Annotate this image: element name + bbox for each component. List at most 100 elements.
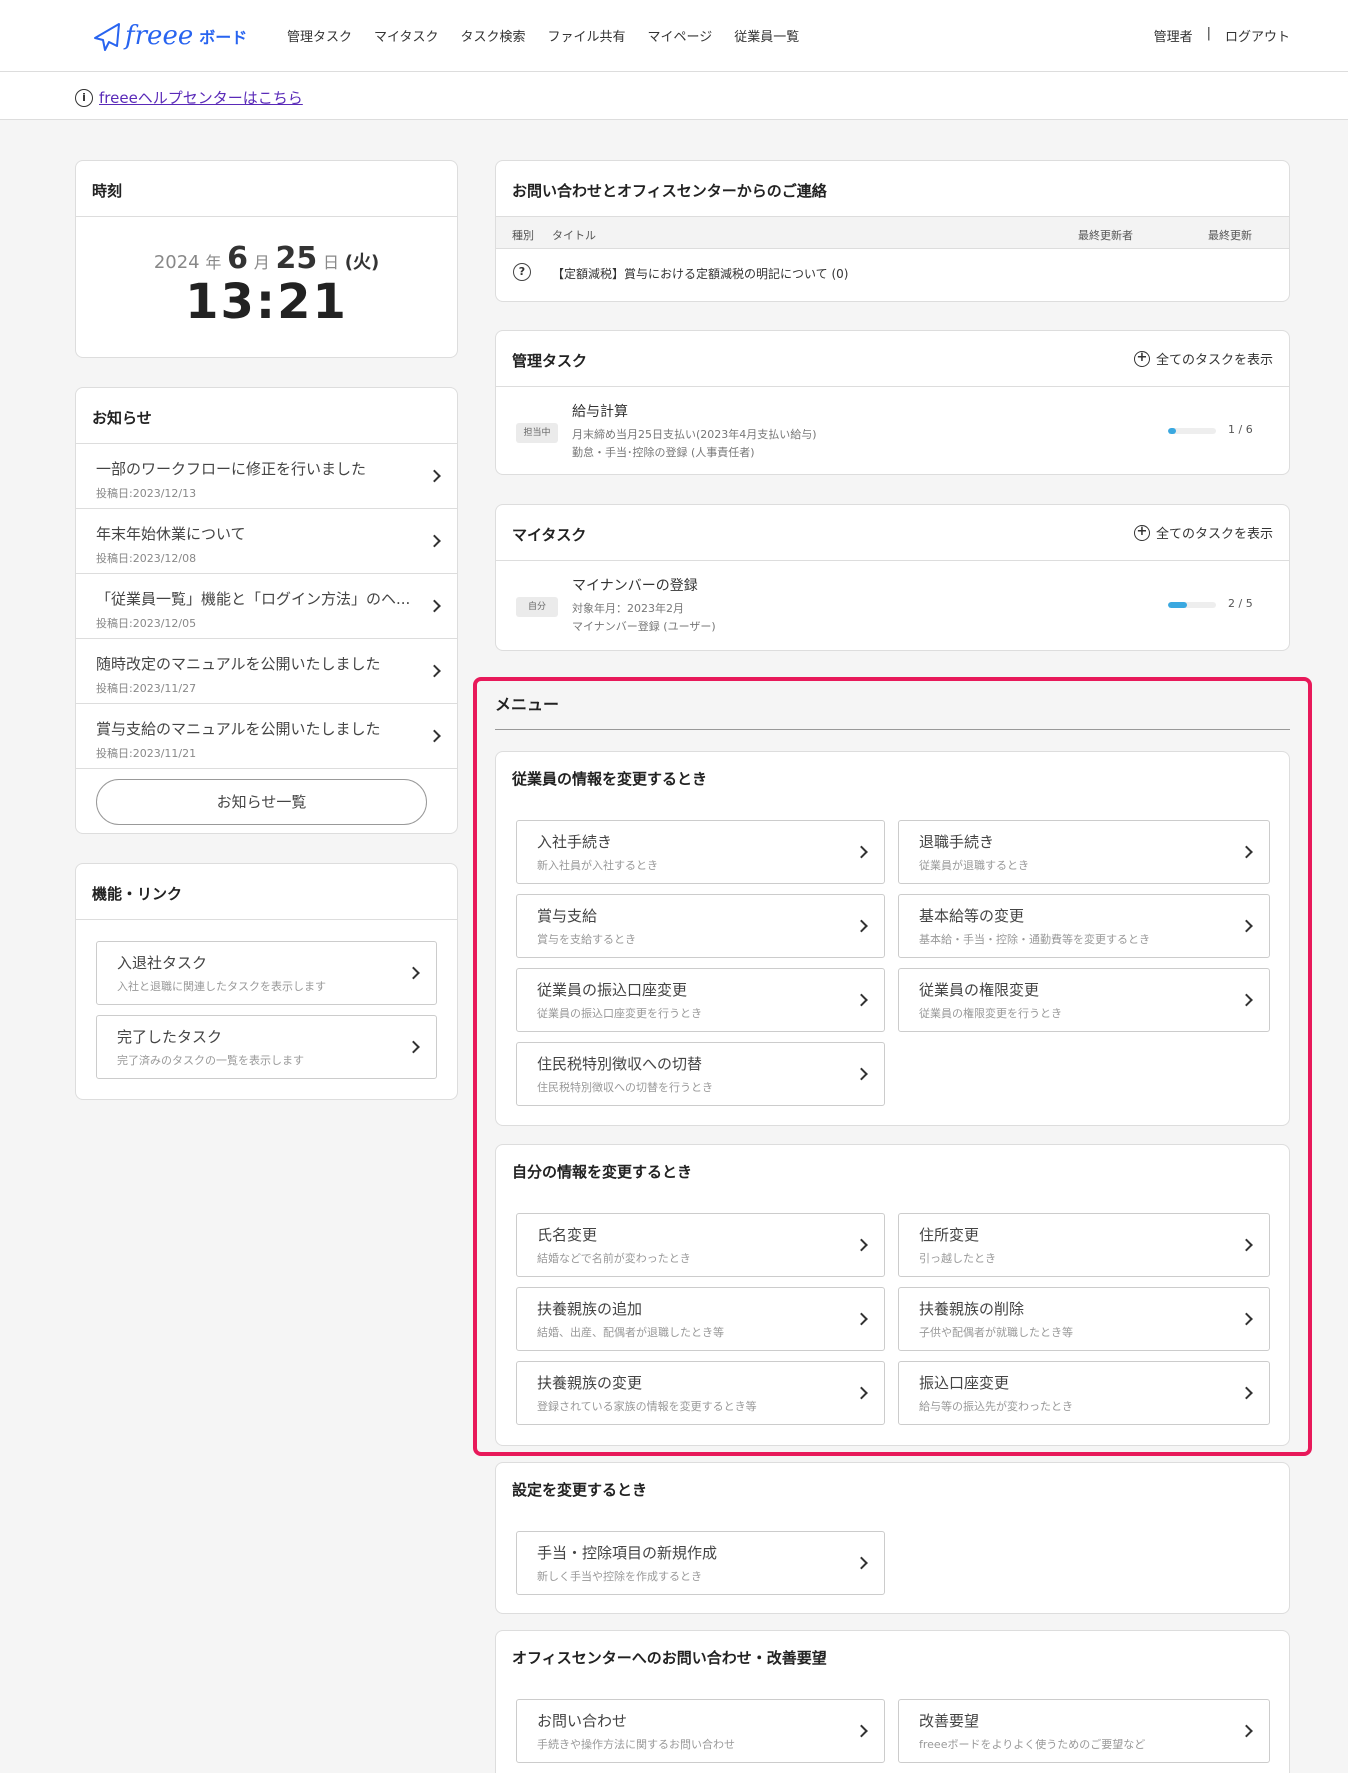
help-bar: i freeeヘルプセンターはこちら	[0, 72, 1348, 120]
col-type: 種別	[512, 229, 534, 242]
menu-tile-feedback[interactable]: 改善要望 freeeボードをよりよく使うためのご要望など	[898, 1699, 1270, 1763]
menu-section-settings: 設定を変更するとき 手当・控除項目の新規作成 新しく手当や控除を作成するとき	[495, 1462, 1290, 1614]
notice-date: 投稿日:2023/12/05	[96, 617, 197, 630]
freee-board-logo[interactable]: freee ボード	[93, 18, 247, 54]
task-row[interactable]: 担当中 給与計算 月末締め当月25日支払い(2023年4月支払い給与) 勤怠・手…	[496, 387, 1289, 473]
table-row[interactable]: ? 【定額減税】賞与における定額減税の明記について (0)	[496, 249, 1289, 293]
show-all-admin-tasks[interactable]: + 全てのタスクを表示	[1133, 349, 1273, 368]
notices-title: お知らせ	[76, 388, 457, 444]
notice-date: 投稿日:2023/12/08	[96, 552, 197, 565]
day-value: 25	[275, 241, 318, 276]
task-title[interactable]: 給与計算	[572, 401, 628, 421]
clock-time: 13:21	[185, 274, 348, 330]
notice-date: 投稿日:2023/11/27	[96, 682, 197, 695]
notices-card: お知らせ 一部のワークフローに修正を行いました 投稿日:2023/12/13 年…	[75, 387, 458, 834]
day-of-week: (火)	[344, 252, 380, 273]
nav-employee-list[interactable]: 従業員一覧	[734, 26, 799, 45]
chevron-right-icon	[428, 599, 441, 613]
tile-title: お問い合わせ	[537, 1712, 628, 1730]
main-nav: 管理タスク マイタスク タスク検索 ファイル共有 マイページ 従業員一覧	[287, 26, 799, 45]
notice-title: 「従業員一覧」機能と「ログイン方法」のヘ...	[96, 590, 411, 608]
nav-task-search[interactable]: タスク検索	[461, 26, 526, 45]
clock-date: 2024 年 6 月 25 日 (火)	[76, 241, 457, 276]
all-notices-button[interactable]: お知らせ一覧	[96, 779, 427, 825]
show-all-label[interactable]: 全てのタスクを表示	[1156, 349, 1273, 368]
col-updater: 最終更新者	[1078, 229, 1133, 242]
tile-sub: 入社と退職に関連したタスクを表示します	[117, 980, 326, 993]
notice-item[interactable]: 一部のワークフローに修正を行いました 投稿日:2023/12/13	[76, 444, 457, 509]
question-icon: ?	[513, 263, 531, 281]
progress-text: 2 / 5	[1228, 597, 1253, 610]
clock-title: 時刻	[76, 161, 457, 217]
tile-sub: freeeボードをよりよく使うためのご要望など	[919, 1738, 1146, 1751]
chevron-right-icon	[428, 664, 441, 678]
progress-fill	[1168, 428, 1177, 434]
task-sub: マイナンバー登録 (ユーザー)	[572, 620, 716, 633]
plus-circle-icon: +	[1133, 524, 1150, 541]
links-card: 機能・リンク 入退社タスク 入社と退職に関連したタスクを表示します 完了したタス…	[75, 863, 458, 1100]
notice-item[interactable]: 賞与支給のマニュアルを公開いたしました 投稿日:2023/11/21	[76, 704, 457, 769]
menu-section-office-center: オフィスセンターへのお問い合わせ・改善要望 お問い合わせ 手続きや操作方法に関す…	[495, 1630, 1290, 1773]
notice-date: 投稿日:2023/11/21	[96, 747, 197, 760]
show-all-label[interactable]: 全てのタスクを表示	[1156, 523, 1273, 542]
menu-tile-new-allowance[interactable]: 手当・控除項目の新規作成 新しく手当や控除を作成するとき	[516, 1531, 885, 1595]
notice-item[interactable]: 「従業員一覧」機能と「ログイン方法」のヘ... 投稿日:2023/12/05	[76, 574, 457, 639]
link-tile-completed-tasks[interactable]: 完了したタスク 完了済みのタスクの一覧を表示します	[96, 1015, 437, 1079]
nav-my-page[interactable]: マイページ	[648, 26, 713, 45]
logout-link[interactable]: ログアウト	[1225, 26, 1290, 45]
inquiry-title[interactable]: 【定額減税】賞与における定額減税の明記について (0)	[552, 265, 848, 282]
help-center-link[interactable]: i freeeヘルプセンターはこちら	[75, 87, 303, 108]
chevron-right-icon	[428, 534, 441, 548]
highlight-box	[473, 677, 1312, 1456]
notice-title: 随時改定のマニュアルを公開いたしました	[96, 655, 381, 673]
nav-file-share[interactable]: ファイル共有	[548, 26, 626, 45]
inquiries-title: お問い合わせとオフィスセンターからのご連絡	[496, 161, 1289, 217]
notice-item[interactable]: 随時改定のマニュアルを公開いたしました 投稿日:2023/11/27	[76, 639, 457, 704]
col-title: タイトル	[552, 229, 596, 242]
inquiries-table-header: 種別 タイトル 最終更新者 最終更新	[496, 217, 1289, 249]
inquiries-card: お問い合わせとオフィスセンターからのご連絡 種別 タイトル 最終更新者 最終更新…	[495, 160, 1290, 302]
clock-card: 時刻 2024 年 6 月 25 日 (火) 13:21	[75, 160, 458, 358]
day-unit: 日	[322, 253, 339, 272]
admin-tasks-card: 管理タスク + 全てのタスクを表示 担当中 給与計算 月末締め当月25日支払い(…	[495, 330, 1290, 475]
year-value: 2024	[153, 252, 200, 273]
task-sub: 対象年月：2023年2月	[572, 602, 684, 615]
notice-title: 一部のワークフローに修正を行いました	[96, 460, 367, 478]
paper-plane-icon	[94, 23, 120, 51]
chevron-right-icon	[428, 729, 441, 743]
progress-text: 1 / 6	[1228, 423, 1253, 436]
progress-bar	[1168, 602, 1216, 608]
status-badge: 担当中	[516, 423, 558, 443]
tile-title: 入退社タスク	[117, 954, 208, 972]
task-sub: 月末締め当月25日支払い(2023年4月支払い給与)	[572, 428, 817, 441]
tile-sub: 新しく手当や控除を作成するとき	[537, 1570, 702, 1583]
notice-title: 賞与支給のマニュアルを公開いたしました	[96, 720, 381, 738]
task-sub: 勤怠・手当･控除の登録 (人事責任者)	[572, 446, 755, 459]
logo-subtext: ボード	[199, 28, 248, 47]
notice-item[interactable]: 年末年始休業について 投稿日:2023/12/08	[76, 509, 457, 574]
show-all-my-tasks[interactable]: + 全てのタスクを表示	[1133, 523, 1273, 542]
link-tile-onboarding-tasks[interactable]: 入退社タスク 入社と退職に関連したタスクを表示します	[96, 941, 437, 1005]
progress-bar	[1168, 428, 1216, 434]
status-badge: 自分	[516, 597, 558, 617]
menu-tile-inquiry[interactable]: お問い合わせ 手続きや操作方法に関するお問い合わせ	[516, 1699, 885, 1763]
month-unit: 月	[253, 253, 270, 272]
user-menu: 管理者 | ログアウト	[1154, 26, 1290, 45]
year-unit: 年	[205, 253, 222, 272]
section-title: 設定を変更するとき	[512, 1481, 648, 1499]
task-title[interactable]: マイナンバーの登録	[572, 575, 698, 595]
user-name[interactable]: 管理者	[1154, 26, 1193, 45]
links-title: 機能・リンク	[76, 864, 457, 920]
tile-title: 手当・控除項目の新規作成	[537, 1544, 718, 1562]
logo-text: freee	[125, 21, 194, 51]
help-center-text[interactable]: freeeヘルプセンターはこちら	[99, 87, 303, 108]
top-header: freee ボード 管理タスク マイタスク タスク検索 ファイル共有 マイページ…	[0, 0, 1348, 72]
tile-title: 改善要望	[919, 1712, 980, 1730]
notice-date: 投稿日:2023/12/13	[96, 487, 197, 500]
plus-circle-icon: +	[1133, 350, 1150, 367]
nav-admin-tasks[interactable]: 管理タスク	[287, 26, 352, 45]
chevron-right-icon	[428, 469, 441, 483]
col-updated: 最終更新	[1208, 229, 1252, 242]
nav-my-tasks[interactable]: マイタスク	[374, 26, 438, 45]
task-row[interactable]: 自分 マイナンバーの登録 対象年月：2023年2月 マイナンバー登録 (ユーザー…	[496, 561, 1289, 647]
